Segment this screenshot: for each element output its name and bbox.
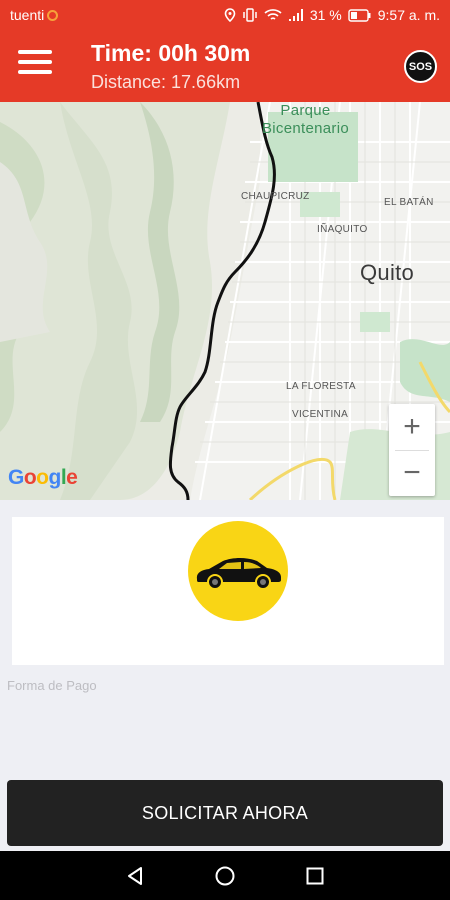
trip-time: Time: 00h 30m — [91, 40, 251, 66]
status-icons: 31 % 9:57 a. m. — [224, 7, 440, 23]
request-now-button[interactable]: SOLICITAR AHORA — [7, 780, 443, 846]
map-view[interactable]: Parque Bicentenario CHAUPICRUZ EL BATÁN … — [0, 102, 450, 500]
carrier-name: tuenti — [10, 7, 45, 23]
carrier-logo-icon — [47, 9, 59, 21]
system-nav-bar — [0, 851, 450, 900]
battery-icon — [348, 8, 371, 22]
home-icon[interactable] — [210, 861, 240, 891]
location-icon — [224, 8, 236, 22]
map-label-el-batan: EL BATÁN — [384, 197, 434, 208]
zoom-divider — [395, 450, 429, 451]
zoom-in-button[interactable]: + — [389, 404, 435, 450]
status-clock: 9:57 a. m. — [377, 7, 440, 23]
menu-icon[interactable] — [18, 50, 52, 80]
zoom-control: + − — [389, 404, 435, 496]
back-icon[interactable] — [120, 861, 150, 891]
payment-method-label[interactable]: Forma de Pago — [7, 678, 97, 693]
battery-percent: 31 % — [309, 7, 342, 23]
map-label-la-floresta: LA FLORESTA — [286, 381, 356, 392]
google-logo: Google — [8, 466, 78, 489]
vibrate-icon — [243, 8, 257, 22]
car-icon — [196, 558, 281, 590]
map-label-quito: Quito — [360, 260, 415, 285]
recents-icon[interactable] — [300, 861, 330, 891]
map-canvas — [0, 102, 450, 500]
carrier: tuenti — [10, 7, 59, 23]
status-bar: tuenti 31 % 9:57 a. m. — [0, 0, 450, 30]
trip-distance: Distance: 17.66km — [91, 72, 241, 92]
signal-icon — [288, 9, 303, 21]
map-label-vicentina: VICENTINA — [292, 409, 349, 420]
map-park-line1: Parque — [280, 102, 331, 119]
map-label-inaquito: IÑAQUITO — [317, 224, 368, 235]
map-park-label: Parque Bicentenario — [262, 102, 349, 138]
map-label-chaupicruz: CHAUPICRUZ — [241, 191, 310, 202]
zoom-out-button[interactable]: − — [389, 450, 435, 496]
wifi-icon — [264, 9, 282, 20]
sos-button[interactable]: SOS — [404, 50, 437, 83]
map-park-line2: Bicentenario — [262, 120, 349, 137]
app-header: Time: 00h 30m Distance: 17.66km SOS — [0, 30, 450, 102]
vehicle-option[interactable] — [188, 521, 288, 621]
